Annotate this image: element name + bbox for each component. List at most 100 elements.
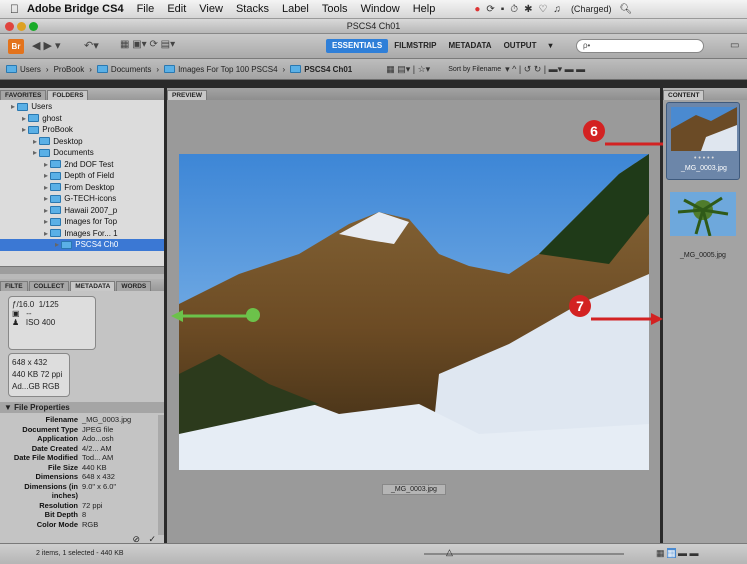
- folder-tree-label: G-TECH-icons: [64, 194, 117, 203]
- tab-preview[interactable]: PREVIEW: [167, 90, 207, 100]
- app-menu[interactable]: Adobe Bridge CS4: [27, 3, 124, 15]
- crumb-probook[interactable]: ProBook: [54, 65, 85, 74]
- back-arrow-icon[interactable]: ◀ ▶ ▾: [32, 39, 61, 52]
- metadata-scrollbar[interactable]: [158, 415, 164, 535]
- callout-seven: 7: [569, 295, 591, 317]
- folder-tree-item[interactable]: ▸ Images For... 1: [0, 228, 164, 240]
- folder-icon: [39, 148, 51, 157]
- apple-icon[interactable]: : [10, 2, 19, 16]
- crumb-users[interactable]: Users: [20, 65, 41, 74]
- metadata-row: Filename _MG_0003.jpg: [0, 415, 158, 425]
- folder-tree-item[interactable]: ▸ Depth of Field: [0, 170, 164, 182]
- folder-tree-item[interactable]: ▸ ghost: [0, 113, 164, 125]
- workspace-essentials-tab[interactable]: ESSENTIALS: [326, 39, 389, 53]
- workspace-menu-chevron-icon[interactable]: ▾: [542, 39, 558, 53]
- menu-tools[interactable]: Tools: [322, 3, 348, 15]
- menu-label[interactable]: Label: [282, 3, 309, 15]
- thumbnail-card-selected[interactable]: • • • • • _MG_0003.jpg: [666, 102, 740, 180]
- minimize-window-button[interactable]: [17, 22, 26, 31]
- tab-content[interactable]: CONTENT: [663, 90, 705, 100]
- menu-view[interactable]: View: [199, 3, 223, 15]
- menu-bar:  Adobe Bridge CS4 File Edit View Stacks…: [0, 0, 747, 19]
- metadata-panel-tabs: FILTE COLLECT METADATA WORDS: [0, 279, 164, 291]
- folder-tree-label: Images for Top: [64, 217, 118, 226]
- tree-scrollbar[interactable]: [0, 266, 164, 274]
- folder-icon: [50, 194, 62, 203]
- folder-icon: [17, 102, 29, 111]
- bridge-logo[interactable]: Br: [8, 39, 24, 54]
- slider-thumb-icon[interactable]: △: [446, 547, 453, 558]
- tab-folders[interactable]: FOLDERS: [47, 90, 89, 100]
- crumb-documents[interactable]: Documents: [111, 65, 151, 74]
- sort-order-icon[interactable]: ▾ ^ | ↺ ↻ | ▬▾ ▬ ▬: [505, 64, 585, 75]
- folder-tree-label: Documents: [53, 148, 94, 157]
- camera-data-box: ƒ/16.0 1/125 ▣ -- ♟ ISO 400: [8, 296, 96, 350]
- folder-icon: [61, 240, 73, 249]
- view-options-icon[interactable]: ▦ ▤▾ | ☆▾: [386, 64, 430, 75]
- metadata-value: 4/2... AM: [82, 443, 112, 453]
- tab-metadata[interactable]: METADATA: [70, 281, 116, 291]
- metadata-key: File Size: [47, 462, 78, 472]
- thumbnail-card[interactable]: _MG_0005.jpg: [666, 186, 740, 264]
- metadata-value: RGB: [82, 519, 99, 529]
- folder-tree-item[interactable]: ▸ Hawaii 2007_p: [0, 205, 164, 217]
- crumb-images[interactable]: Images For Top 100 PSCS4: [178, 65, 277, 74]
- folder-icon: [50, 183, 62, 192]
- folder-tree-item[interactable]: ▸ Desktop: [0, 136, 164, 148]
- battery-status[interactable]: (Charged): [571, 4, 612, 14]
- metadata-value: 8: [82, 510, 87, 519]
- metadata-value: Ado...osh: [82, 434, 114, 443]
- thumbnail-size-slider[interactable]: [424, 553, 624, 555]
- folder-tree-item[interactable]: ▸ Documents: [0, 147, 164, 159]
- color-profile: Ad...GB RGB: [12, 382, 60, 391]
- sort-dropdown[interactable]: Sort by Filename: [448, 66, 501, 73]
- menu-stacks[interactable]: Stacks: [236, 3, 269, 15]
- thumbnail-rating-dots[interactable]: • • • • •: [667, 155, 741, 162]
- folder-tree-item[interactable]: ▸ ProBook: [0, 124, 164, 136]
- compact-mode-icon[interactable]: ▭: [730, 40, 739, 51]
- close-window-button[interactable]: [5, 22, 14, 31]
- metadata-key: Application: [37, 434, 78, 443]
- workspace-filmstrip-tab[interactable]: FILMSTRIP: [388, 39, 442, 53]
- folders-panel-tabs: FAVORITES FOLDERS: [0, 88, 164, 100]
- file-properties-header[interactable]: ▼ File Properties: [0, 402, 164, 413]
- folder-icon: [290, 65, 302, 73]
- metadata-row: Dimensions (in inches) 9.0" x 6.0": [0, 482, 158, 501]
- spotlight-icon[interactable]: 🔍︎: [619, 4, 632, 15]
- metadata-value: 648 x 432: [82, 472, 115, 481]
- metadata-key: Color Mode: [36, 519, 78, 529]
- tab-keywords[interactable]: WORDS: [116, 281, 152, 291]
- folder-tree-item[interactable]: ▸ G-TECH-icons: [0, 193, 164, 205]
- search-input[interactable]: ρ•: [576, 39, 704, 53]
- folder-tree-item[interactable]: ▸ From Desktop: [0, 182, 164, 194]
- zoom-window-button[interactable]: [29, 22, 38, 31]
- folder-icon: [6, 65, 17, 73]
- metadata-key: Bit Depth: [44, 510, 78, 519]
- metadata-value: _MG_0003.jpg: [82, 415, 132, 424]
- menu-edit[interactable]: Edit: [167, 3, 186, 15]
- tab-collections[interactable]: COLLECT: [28, 281, 70, 291]
- folder-tree-item[interactable]: ▸ Users: [0, 101, 164, 113]
- workspace-metadata-tab[interactable]: METADATA: [442, 39, 497, 53]
- menu-window[interactable]: Window: [361, 3, 400, 15]
- view-mode-icons[interactable]: ▦ ▦ ▬ ▬: [656, 548, 699, 559]
- folder-tree-item[interactable]: ▸ 2nd DOF Test: [0, 159, 164, 171]
- crumb-separator-icon: ›: [156, 64, 160, 74]
- folder-tree-item[interactable]: ▸ PSCS4 Ch0: [0, 239, 164, 251]
- crumb-pscs4[interactable]: PSCS4 Ch01: [304, 65, 352, 74]
- record-icon[interactable]: ●: [474, 4, 486, 15]
- status-icons: ●⟳▪⏱✱♡♫: [465, 3, 561, 15]
- crumb-separator-icon: ›: [45, 64, 49, 74]
- tab-filter[interactable]: FILTE: [0, 281, 28, 291]
- metadata-row: Date File Modified Tod... AM: [0, 453, 158, 463]
- workspace-output-tab[interactable]: OUTPUT: [498, 39, 543, 53]
- boomerang-icon[interactable]: ↶▾: [84, 39, 99, 52]
- status-bar: 2 items, 1 selected - 440 KB △ ▦ ▦ ▬ ▬: [0, 543, 747, 564]
- menu-file[interactable]: File: [137, 3, 155, 15]
- get-photos-icon[interactable]: ▦ ▣▾ ⟳ ▤▾: [120, 39, 175, 50]
- menu-help[interactable]: Help: [413, 3, 436, 15]
- folder-icon: [50, 217, 62, 226]
- tab-favorites[interactable]: FAVORITES: [0, 90, 47, 100]
- folder-tree-item[interactable]: ▸ Images for Top: [0, 216, 164, 228]
- person-icon: ♟: [12, 318, 20, 327]
